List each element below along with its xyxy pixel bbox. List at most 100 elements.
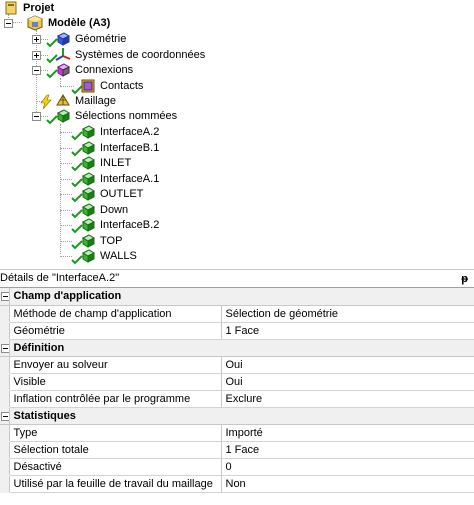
property-value[interactable]: 0 (221, 458, 474, 476)
named-selections-icon (56, 109, 71, 123)
expand-toggle[interactable] (32, 35, 41, 44)
tree-node-selection[interactable]: InterfaceA.1 (0, 171, 200, 187)
category-gutter[interactable] (0, 407, 10, 425)
tree-node-selection[interactable]: INLET (0, 155, 200, 172)
row-gutter (0, 475, 10, 493)
tree-node-selection[interactable]: WALLS (0, 248, 200, 265)
category-row[interactable]: Définition (0, 339, 474, 357)
tree-node-selection[interactable]: InterfaceB.1 (0, 140, 200, 156)
project-icon (5, 1, 17, 15)
selection-icon (81, 233, 96, 248)
row-gutter (0, 305, 10, 323)
tree-node-mesh[interactable]: Maillage (0, 93, 160, 110)
collapse-toggle[interactable] (1, 343, 8, 353)
tree-node-label: Projet (23, 2, 55, 14)
property-value[interactable]: Exclure (221, 390, 474, 408)
property-key: Géométrie (9, 322, 222, 340)
property-row[interactable]: Inflation contrôlée par le programme Excl… (0, 390, 474, 408)
property-key: Inflation contrôlée par le programme (9, 390, 222, 408)
tree-node-label: Maillage (75, 95, 116, 107)
row-gutter (0, 373, 10, 391)
tree-node-selection[interactable]: Down (0, 202, 200, 218)
property-value[interactable]: Sélection de géométrie (221, 305, 474, 323)
tree-node-label: InterfaceA.2 (100, 126, 160, 138)
coordinate-system-icon (55, 48, 71, 61)
category-label: Champ d'application (9, 288, 474, 306)
tree-node-label: WALLS (100, 250, 137, 262)
tree-node-label: InterfaceB.2 (100, 219, 160, 231)
category-gutter[interactable] (0, 288, 10, 306)
geometry-icon (56, 32, 71, 46)
tree-node-selection[interactable]: InterfaceB.2 (0, 217, 200, 234)
expand-toggle[interactable] (32, 51, 41, 60)
collapse-toggle[interactable] (32, 112, 41, 121)
selection-icon (81, 125, 96, 139)
category-label: Statistiques (9, 407, 474, 425)
collapse-toggle[interactable] (4, 19, 13, 28)
tree-node-geometry[interactable]: Géométrie (0, 31, 160, 48)
pin-icon[interactable]: ᵽ (461, 271, 468, 288)
tree-node-label: INLET (100, 157, 132, 169)
property-key: Désactivé (9, 458, 222, 476)
property-row[interactable]: Sélection totale 1 Face (0, 441, 474, 459)
selection-icon (81, 140, 96, 155)
property-value[interactable]: 1 Face (221, 441, 474, 459)
selection-icon (81, 218, 96, 232)
selection-icon (81, 187, 96, 201)
property-key: Sélection totale (9, 441, 222, 459)
property-row[interactable]: Visible Oui (0, 373, 474, 391)
property-key: Envoyer au solveur (9, 356, 222, 374)
tree-node-named-selections[interactable]: Sélections nommées (0, 108, 200, 125)
tree-node-coordinate-systems[interactable]: Systèmes de coordonnées (0, 47, 220, 64)
property-row[interactable]: Désactivé 0 (0, 458, 474, 476)
selection-icon (81, 156, 96, 170)
property-row[interactable]: Méthode de champ d'application Sélection … (0, 305, 474, 323)
outline-tree: Projet Modèle (A3) Géométrie Systèmes de (0, 0, 474, 266)
tree-node-label: OUTLET (100, 188, 144, 200)
mesh-icon (56, 94, 70, 106)
row-gutter (0, 356, 10, 374)
details-grid: Champ d'application Méthode de champ d'ap… (0, 288, 474, 493)
row-gutter (0, 458, 10, 476)
tree-node-selection[interactable]: OUTLET (0, 186, 200, 203)
collapse-toggle[interactable] (1, 292, 8, 301)
property-value[interactable]: 1 Face (221, 322, 474, 340)
row-gutter (0, 441, 10, 459)
category-row[interactable]: Statistiques (0, 407, 474, 425)
tree-node-label: Connexions (75, 64, 134, 76)
details-title: Détails de "InterfaceA.2" (0, 272, 120, 284)
contacts-icon (81, 79, 95, 93)
property-row[interactable]: Type Importé (0, 424, 474, 442)
tree-node-selection[interactable]: TOP (0, 233, 200, 249)
row-gutter (0, 390, 10, 408)
row-gutter (0, 322, 10, 340)
category-gutter[interactable] (0, 339, 10, 357)
tree-node-label: InterfaceB.1 (100, 141, 160, 154)
selection-icon (81, 249, 96, 263)
property-key: Méthode de champ d'application (9, 305, 222, 323)
tree-node-project[interactable]: Projet (0, 0, 120, 16)
property-row[interactable]: Envoyer au solveur Oui (0, 356, 474, 374)
tree-node-contacts[interactable]: Contacts (0, 78, 160, 95)
property-value[interactable]: Non (221, 475, 474, 493)
row-gutter (0, 424, 10, 442)
collapse-toggle[interactable] (1, 411, 8, 421)
property-key: Utilisé par la feuille de travail du mai… (9, 475, 222, 493)
collapse-toggle[interactable] (32, 66, 41, 75)
category-row[interactable]: Champ d'application (0, 288, 474, 306)
property-key: Visible (9, 373, 222, 391)
tree-node-model[interactable]: Modèle (A3) (0, 15, 160, 31)
tree-node-label: TOP (100, 234, 123, 247)
tree-node-selection[interactable]: InterfaceA.2 (0, 124, 200, 141)
tree-node-label: Systèmes de coordonnées (75, 49, 206, 61)
details-panel-header: Détails de "InterfaceA.2" ᵽ (0, 269, 474, 288)
property-row[interactable]: Utilisé par la feuille de travail du mai… (0, 475, 474, 493)
property-value[interactable]: Oui (221, 356, 474, 374)
selection-icon (81, 202, 96, 217)
category-label: Définition (9, 339, 474, 357)
property-value[interactable]: Importé (221, 424, 474, 442)
tree-node-connections[interactable]: Connexions (0, 62, 160, 79)
tree-node-label: Contacts (100, 80, 144, 92)
property-value[interactable]: Oui (221, 373, 474, 391)
property-row[interactable]: Géométrie 1 Face (0, 322, 474, 340)
